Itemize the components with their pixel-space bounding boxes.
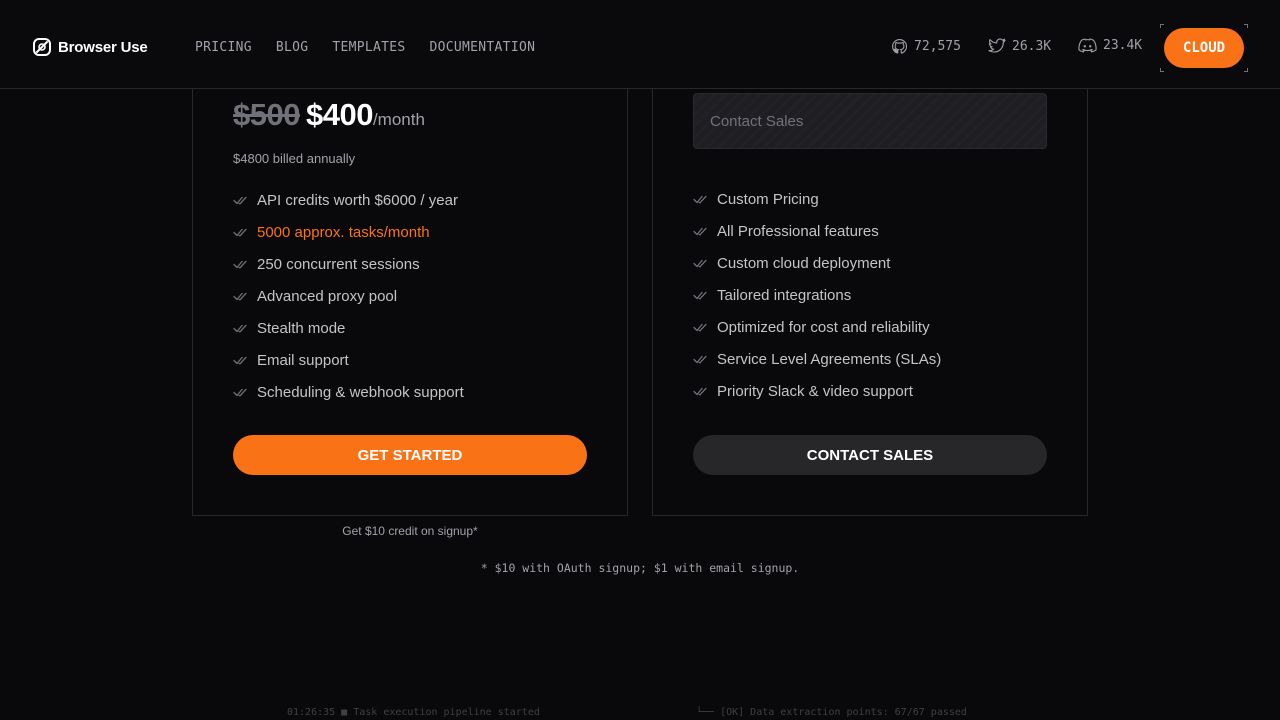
nav-blog[interactable]: BLOG bbox=[276, 40, 309, 55]
double-check-icon bbox=[233, 228, 247, 237]
feature-item: Custom cloud deployment bbox=[693, 247, 941, 279]
contact-sales-label: Contact Sales bbox=[710, 113, 804, 130]
feature-text: API credits worth $6000 / year bbox=[257, 191, 458, 209]
nav-templates[interactable]: TEMPLATES bbox=[332, 40, 405, 55]
brand-name: Browser Use bbox=[58, 38, 148, 56]
main-nav: PRICING BLOG TEMPLATES DOCUMENTATION bbox=[195, 40, 535, 55]
feature-item: 250 concurrent sessions bbox=[233, 248, 464, 280]
get-started-button[interactable]: GET STARTED bbox=[233, 435, 587, 475]
feature-text: Tailored integrations bbox=[717, 286, 852, 304]
price-discounted: $400 bbox=[305, 97, 373, 132]
feature-text: All Professional features bbox=[717, 222, 879, 240]
feature-item: Tailored integrations bbox=[693, 279, 941, 311]
frame-corner bbox=[1160, 24, 1164, 28]
pricing-card-business: $500 $400 /month $4800 billed annually A… bbox=[192, 89, 628, 516]
feature-item: Priority Slack & video support bbox=[693, 375, 941, 407]
double-check-icon bbox=[693, 355, 707, 364]
double-check-icon bbox=[693, 387, 707, 396]
feature-item: Optimized for cost and reliability bbox=[693, 311, 941, 343]
pricing-card-enterprise: Contact Sales Custom Pricing All Profess… bbox=[652, 89, 1088, 516]
github-stars-count: 72,575 bbox=[914, 39, 961, 54]
feature-item: Custom Pricing bbox=[693, 183, 941, 215]
log-line-left: 01:26:35 ■ Task execution pipeline start… bbox=[287, 707, 540, 718]
double-check-icon bbox=[233, 196, 247, 205]
price-original: $500 bbox=[233, 97, 300, 132]
double-check-icon bbox=[693, 195, 707, 204]
contact-sales-price-box: Contact Sales bbox=[693, 93, 1047, 149]
discord-icon bbox=[1078, 38, 1097, 53]
cloud-button-frame: CLOUD bbox=[1160, 24, 1248, 72]
cloud-button[interactable]: CLOUD bbox=[1164, 28, 1244, 68]
double-check-icon bbox=[233, 260, 247, 269]
double-check-icon bbox=[693, 323, 707, 332]
github-icon bbox=[892, 39, 908, 54]
feature-text: Optimized for cost and reliability bbox=[717, 318, 930, 336]
feature-text: Priority Slack & video support bbox=[717, 382, 913, 400]
signup-credit-note: Get $10 credit on signup* bbox=[342, 524, 478, 538]
nav-documentation[interactable]: DOCUMENTATION bbox=[430, 40, 536, 55]
footnote: * $10 with OAuth signup; $1 with email s… bbox=[480, 561, 800, 575]
price-row: $500 $400 /month bbox=[233, 97, 425, 133]
contact-sales-button[interactable]: CONTACT SALES bbox=[693, 435, 1047, 475]
github-stars-link[interactable]: 72,575 bbox=[891, 38, 961, 55]
feature-text: Email support bbox=[257, 351, 349, 369]
feature-item: Service Level Agreements (SLAs) bbox=[693, 343, 941, 375]
frame-corner bbox=[1160, 68, 1164, 72]
feature-item: Email support bbox=[233, 344, 464, 376]
feature-text: Scheduling & webhook support bbox=[257, 383, 464, 401]
twitter-icon bbox=[988, 38, 1006, 53]
feature-text: Custom cloud deployment bbox=[717, 254, 891, 272]
logo-icon bbox=[33, 38, 51, 56]
feature-text: Service Level Agreements (SLAs) bbox=[717, 350, 942, 368]
double-check-icon bbox=[233, 324, 247, 333]
double-check-icon bbox=[233, 356, 247, 365]
feature-item: All Professional features bbox=[693, 215, 941, 247]
double-check-icon bbox=[233, 388, 247, 397]
frame-corner bbox=[1244, 24, 1248, 28]
twitter-followers-link[interactable]: 26.3K bbox=[988, 38, 1051, 54]
feature-item: Advanced proxy pool bbox=[233, 280, 464, 312]
feature-text: 250 concurrent sessions bbox=[257, 255, 420, 273]
double-check-icon bbox=[693, 259, 707, 268]
twitter-followers-count: 26.3K bbox=[1012, 38, 1052, 54]
frame-corner bbox=[1244, 68, 1248, 72]
double-check-icon bbox=[693, 227, 707, 236]
feature-text: Custom Pricing bbox=[717, 190, 819, 208]
price-period: /month bbox=[372, 110, 425, 129]
feature-list: Custom Pricing All Professional features… bbox=[693, 183, 941, 407]
double-check-icon bbox=[693, 291, 707, 300]
brand-logo[interactable]: Browser Use bbox=[32, 37, 148, 57]
billing-note: $4800 billed annually bbox=[233, 151, 356, 166]
nav-pricing[interactable]: PRICING bbox=[195, 40, 252, 55]
log-line-right: └── [OK] Data extraction points: 67/67 p… bbox=[696, 707, 967, 718]
feature-item-highlighted: 5000 approx. tasks/month bbox=[233, 216, 464, 248]
feature-text: Stealth mode bbox=[257, 319, 346, 337]
discord-members-count: 23.4K bbox=[1103, 38, 1143, 53]
site-header: Browser Use PRICING BLOG TEMPLATES DOCUM… bbox=[0, 0, 1280, 89]
feature-text: 5000 approx. tasks/month bbox=[257, 223, 430, 241]
discord-members-link[interactable]: 23.4K bbox=[1078, 38, 1142, 53]
feature-text: Advanced proxy pool bbox=[257, 287, 398, 305]
feature-item: Stealth mode bbox=[233, 312, 464, 344]
double-check-icon bbox=[233, 292, 247, 301]
feature-list: API credits worth $6000 / year 5000 appr… bbox=[233, 184, 464, 408]
feature-item: Scheduling & webhook support bbox=[233, 376, 464, 408]
feature-item: API credits worth $6000 / year bbox=[233, 184, 464, 216]
